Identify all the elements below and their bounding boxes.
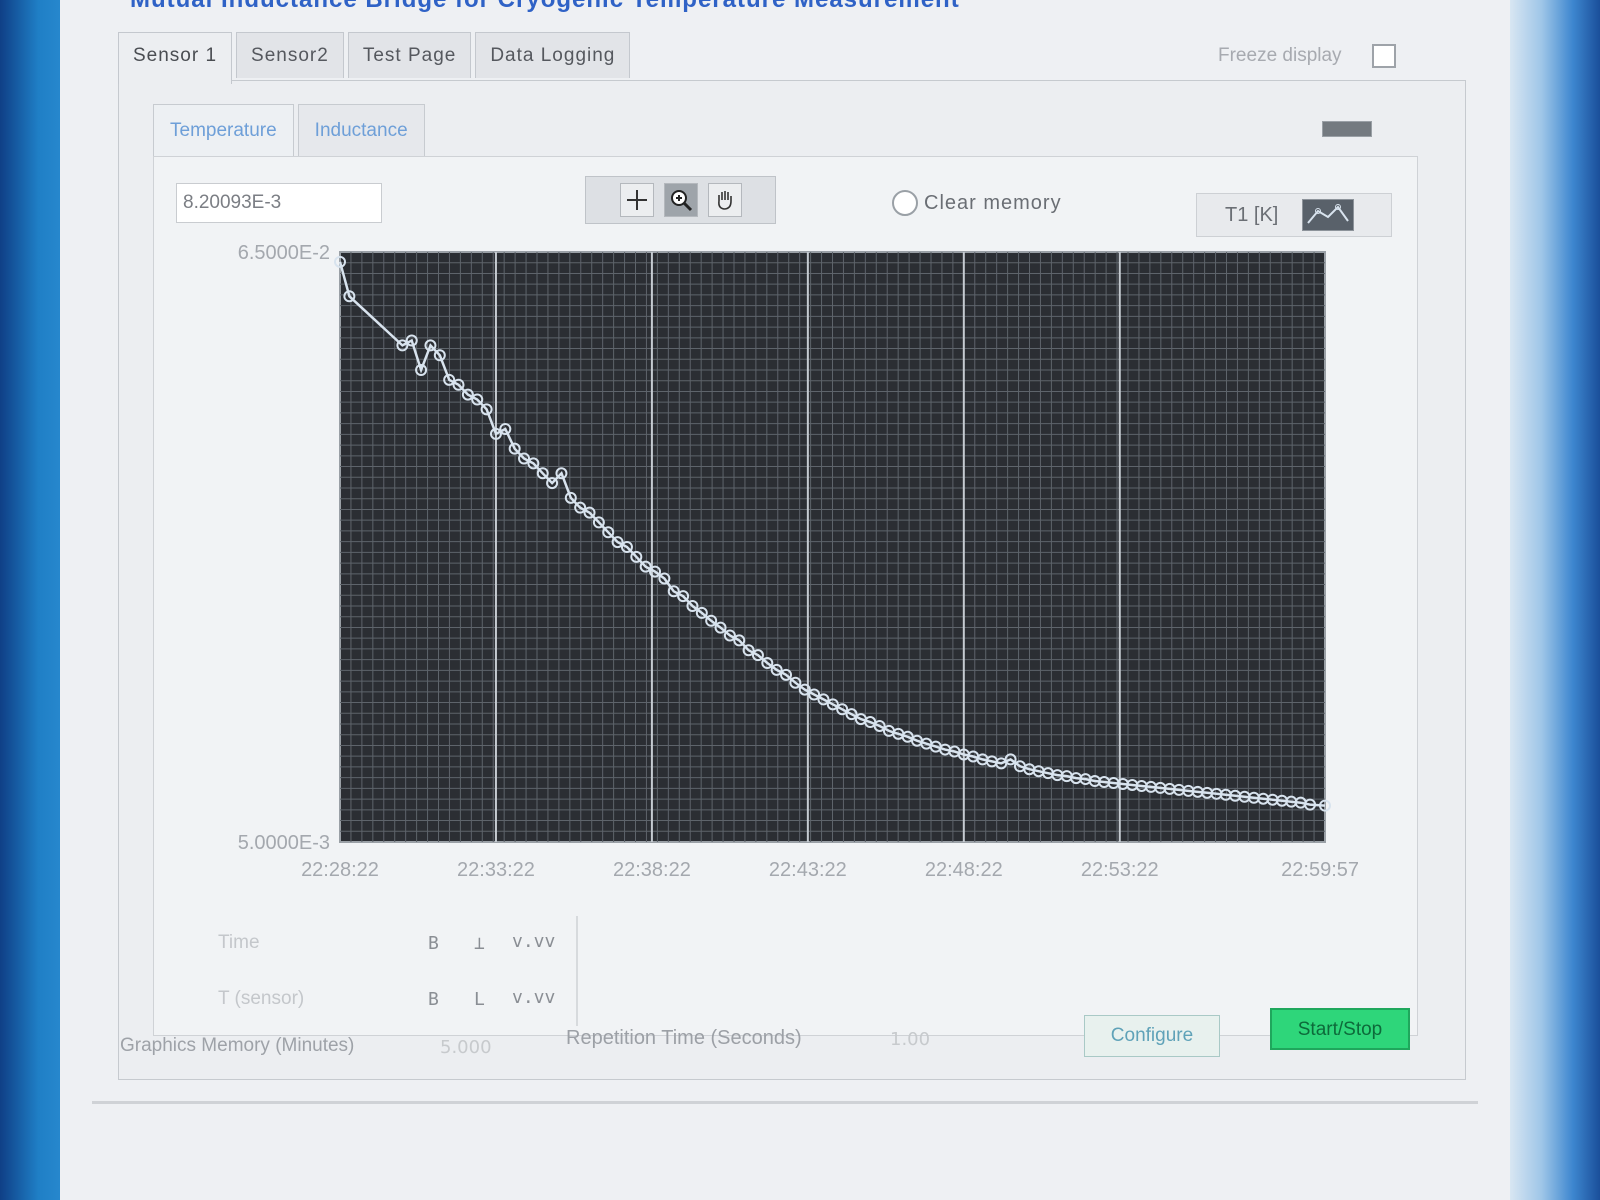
graphics-memory-label: Graphics Memory (Minutes) bbox=[120, 1035, 355, 1056]
sub-tabs: Temperature Inductance bbox=[153, 104, 425, 156]
configure-button[interactable]: Configure bbox=[1084, 1015, 1220, 1057]
window-bottom-edge bbox=[92, 1101, 1478, 1104]
start-stop-button[interactable]: Start/Stop bbox=[1270, 1008, 1410, 1050]
control-row-2-format-glyph[interactable]: B bbox=[428, 989, 439, 1010]
repetition-time-label: Repetition Time (Seconds) bbox=[566, 1027, 802, 1049]
graph-palette bbox=[585, 176, 776, 224]
repetition-time-input[interactable]: 1.00 bbox=[890, 1029, 930, 1050]
x-tick-label: 22:43:22 bbox=[769, 859, 847, 881]
control-row-2-label: T (sensor) bbox=[218, 988, 305, 1009]
x-tick-label: 22:53:22 bbox=[1081, 859, 1159, 881]
x-tick-label: 22:33:22 bbox=[457, 859, 535, 881]
x-tick-label: 22:48:22 bbox=[925, 859, 1003, 881]
status-indicator bbox=[1322, 121, 1372, 137]
background-right-edge bbox=[1510, 0, 1600, 1200]
clear-memory-radio[interactable] bbox=[892, 190, 918, 216]
control-row-2-precision-glyph[interactable]: v.vv bbox=[512, 987, 555, 1008]
freeze-display-label: Freeze display bbox=[1218, 45, 1342, 66]
control-row-1-label: Time bbox=[218, 932, 260, 953]
control-row-1-precision-glyph[interactable]: v.vv bbox=[512, 931, 555, 952]
tab-sensor-1[interactable]: Sensor 1 bbox=[118, 32, 233, 84]
control-row-1-format-glyph[interactable]: B bbox=[428, 933, 439, 954]
control-divider bbox=[576, 916, 578, 1026]
x-tick-label: 22:28:22 bbox=[301, 859, 379, 881]
clear-memory-label: Clear memory bbox=[924, 191, 1062, 214]
y-tick-label: 5.0000E-3 bbox=[238, 832, 330, 854]
main-tabs: Sensor 1 Sensor2 Test Page Data Logging bbox=[118, 32, 631, 84]
legend-label: T1 [K] bbox=[1225, 203, 1279, 226]
hand-pan-icon[interactable] bbox=[708, 183, 742, 217]
tab-test-page[interactable]: Test Page bbox=[347, 32, 472, 78]
crosshair-icon[interactable] bbox=[620, 183, 654, 217]
zoom-icon[interactable] bbox=[664, 183, 698, 217]
freeze-display-control: Freeze display bbox=[1218, 44, 1396, 68]
temperature-chart: 22:28:22 22:33:22 22:38:22 22:43:22 22:48:22… bbox=[170, 240, 1400, 900]
tab-temperature[interactable]: Temperature bbox=[153, 104, 294, 156]
graphics-memory-input[interactable]: 5.000 bbox=[440, 1037, 492, 1058]
control-row-2-style-glyph[interactable]: L bbox=[474, 989, 485, 1010]
x-tick-label: 22:59:57 bbox=[1281, 859, 1359, 881]
plot-legend[interactable]: T1 [K] bbox=[1196, 193, 1392, 237]
tab-data-logging[interactable]: Data Logging bbox=[475, 32, 631, 78]
window-title: Mutual Inductance Bridge for Cryogenic T… bbox=[130, 0, 960, 14]
line-plot-icon[interactable] bbox=[1302, 199, 1355, 231]
control-row-1-style-glyph[interactable]: ⊥ bbox=[474, 933, 485, 954]
current-value-readout: 8.20093E-3 bbox=[176, 183, 382, 223]
clear-memory-control[interactable]: Clear memory bbox=[892, 190, 1062, 216]
tab-inductance[interactable]: Inductance bbox=[297, 104, 425, 156]
freeze-display-checkbox[interactable] bbox=[1371, 44, 1396, 68]
x-tick-label: 22:38:22 bbox=[613, 859, 691, 881]
chart-svg[interactable]: 22:28:22 22:33:22 22:38:22 22:43:22 22:48:22… bbox=[170, 240, 1400, 900]
tab-sensor-2[interactable]: Sensor2 bbox=[236, 32, 344, 78]
y-tick-label: 6.5000E-2 bbox=[238, 242, 330, 264]
